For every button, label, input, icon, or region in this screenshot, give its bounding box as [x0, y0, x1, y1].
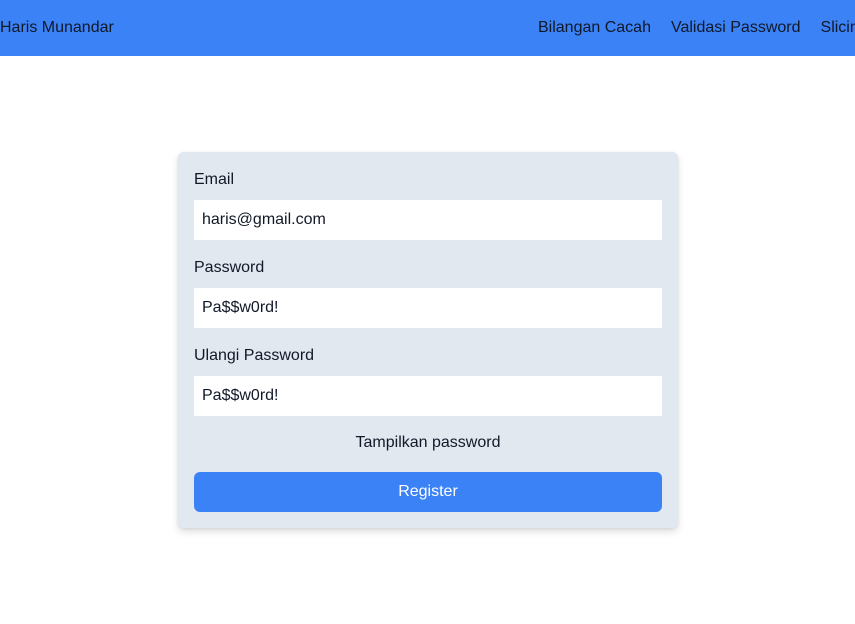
password-field[interactable]	[194, 288, 662, 328]
confirm-password-field[interactable]	[194, 376, 662, 416]
show-password-toggle[interactable]: Tampilkan password	[194, 434, 662, 452]
nav-link-validasi-password[interactable]: Validasi Password	[671, 19, 801, 37]
nav-link-slicing[interactable]: Slicing	[821, 19, 855, 37]
password-label: Password	[194, 259, 265, 276]
register-button[interactable]: Register	[194, 472, 662, 512]
nav-link-bilangan-cacah[interactable]: Bilangan Cacah	[538, 19, 651, 37]
confirm-password-label: Ulangi Password	[194, 347, 315, 364]
navbar: Haris Munandar Bilangan Cacah Validasi P…	[0, 0, 855, 56]
register-form: Email Password Ulangi Password Tampilkan…	[178, 152, 678, 528]
nav-links: Bilangan Cacah Validasi Password Slicing	[538, 0, 855, 56]
email-label: Email	[194, 171, 235, 188]
email-field[interactable]	[194, 200, 662, 240]
brand-link[interactable]: Haris Munandar	[0, 0, 114, 56]
